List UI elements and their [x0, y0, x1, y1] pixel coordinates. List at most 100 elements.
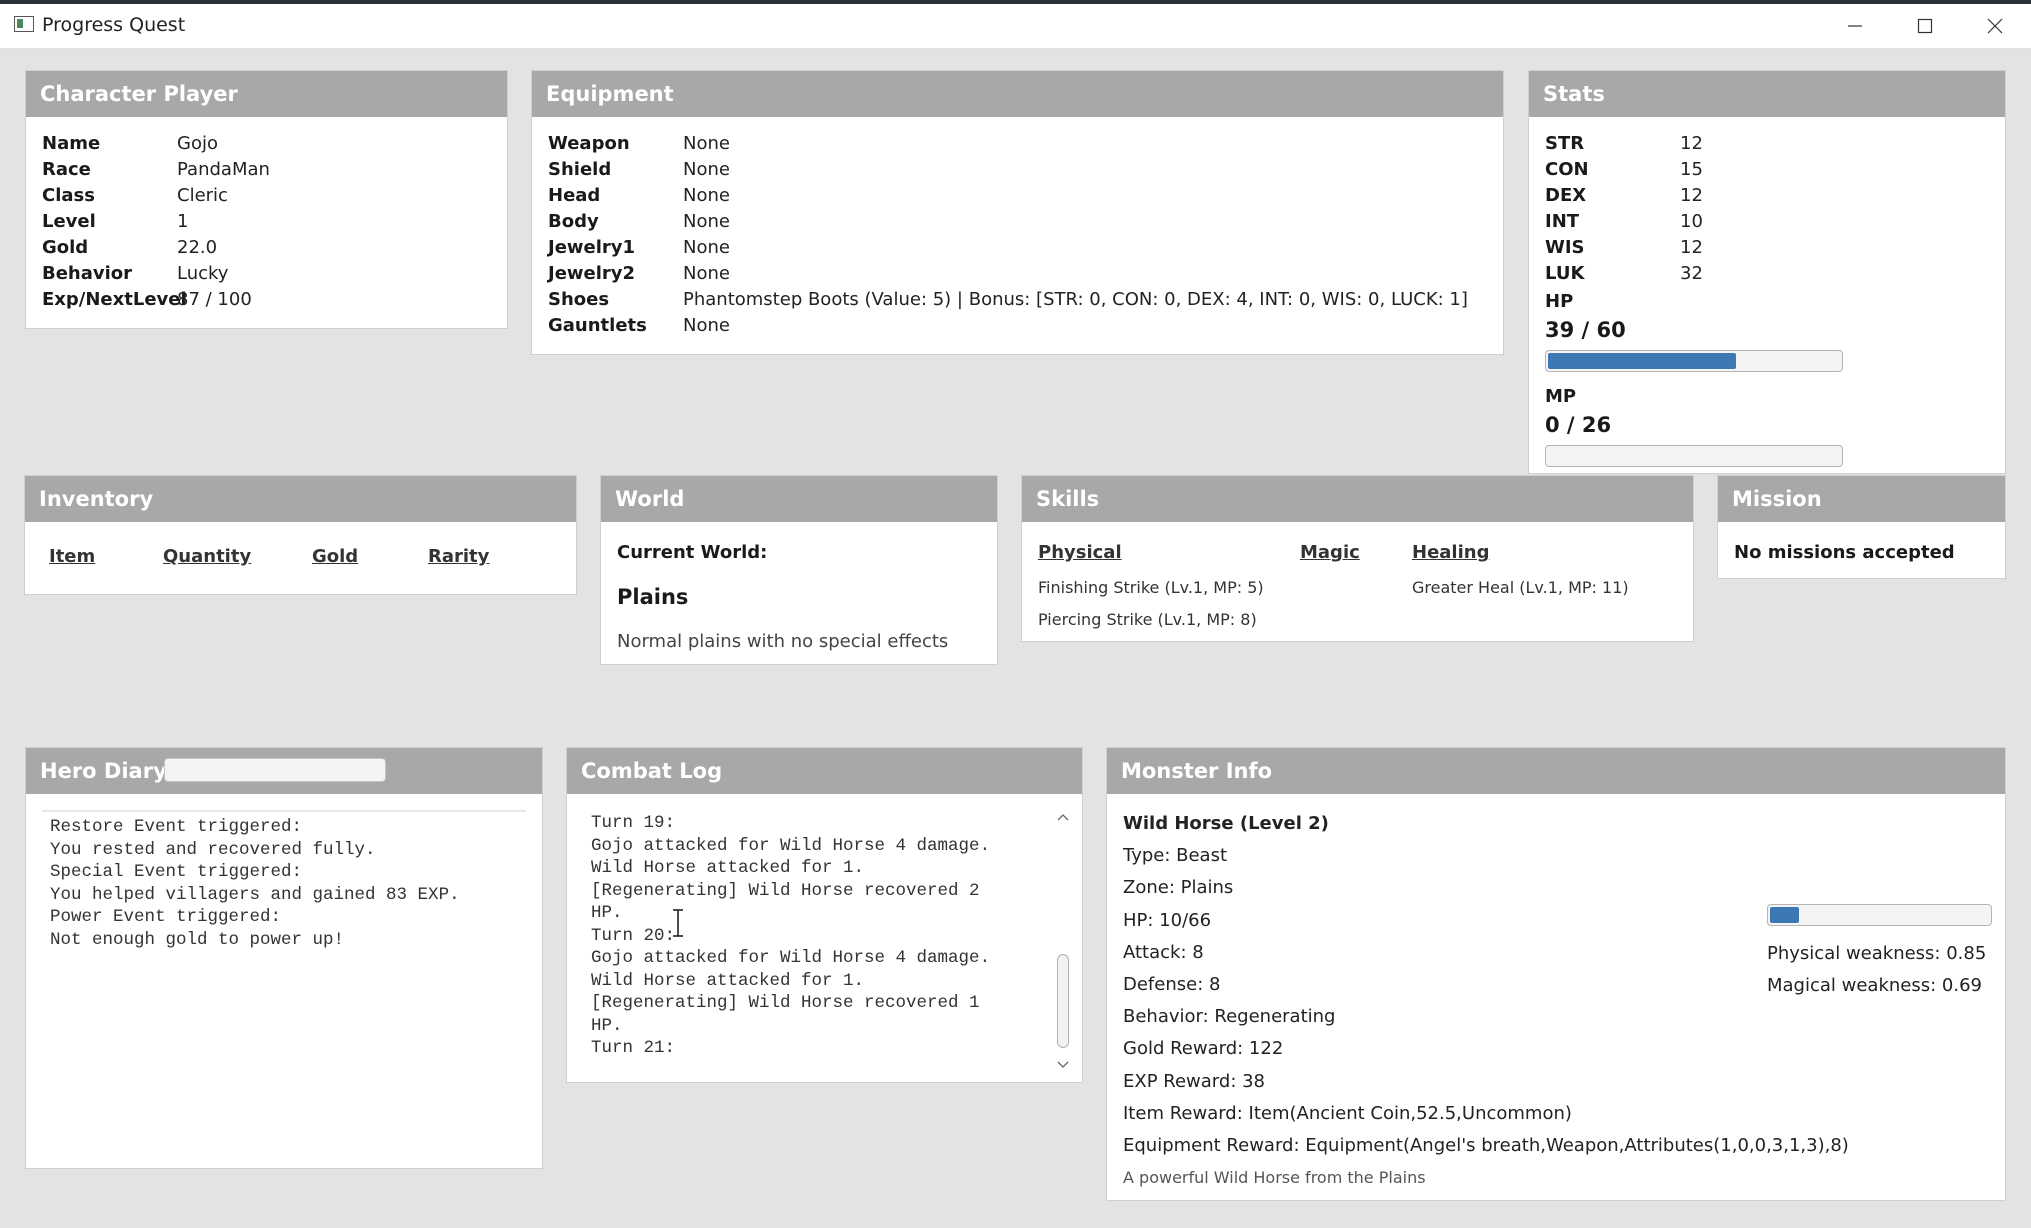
scroll-down-icon[interactable] — [1056, 1058, 1070, 1072]
stat-label: DEX — [1545, 185, 1587, 206]
skill-item[interactable]: Greater Heal (Lv.1, MP: 11) — [1412, 572, 1629, 604]
monster-name: Wild Horse (Level 2) — [1123, 813, 1329, 834]
equipment-panel: Equipment Weapon None Shield None Head None Bo… — [531, 70, 1504, 355]
inventory-col-quantity[interactable]: Quantity — [163, 546, 312, 567]
character-field-label: Race — [42, 159, 91, 180]
skill-item[interactable]: Finishing Strike (Lv.1, MP: 5) — [1038, 572, 1264, 604]
combat-log-line: Gojo attacked for Wild Horse 4 damage. — [591, 948, 991, 968]
equipment-slot-label: Gauntlets — [548, 315, 647, 336]
equipment-slot-value: None — [683, 263, 730, 284]
inventory-col-item[interactable]: Item — [49, 546, 163, 567]
equipment-panel-header: Equipment — [532, 71, 1503, 117]
hp-label: HP — [1545, 291, 1574, 312]
monster-hp: HP: 10/66 — [1123, 909, 1212, 931]
skills-healing-header[interactable]: Healing — [1412, 542, 1629, 572]
monster-exp-reward: EXP Reward: 38 — [1123, 1070, 1266, 1092]
diary-progress-bar — [164, 758, 386, 782]
equipment-slot-label: Head — [548, 185, 601, 206]
stat-value: 15 — [1680, 159, 1703, 180]
character-field-label: Behavior — [42, 263, 133, 284]
monster-hp-bar — [1767, 904, 1992, 926]
character-panel: Character Player Name Gojo Race PandaMan Cla… — [25, 70, 508, 329]
equipment-slot-value: Phantomstep Boots (Value: 5) | Bonus: [S… — [683, 289, 1468, 310]
equipment-slot-label: Jewelry2 — [548, 263, 636, 284]
maximize-button[interactable] — [1890, 4, 1960, 48]
character-field-label: Gold — [42, 237, 89, 258]
combat-log-line: [Regenerating] Wild Horse recovered 1 — [591, 993, 980, 1013]
equipment-slot-label: Shield — [548, 159, 612, 180]
monster-info-panel-header: Monster Info — [1107, 748, 2005, 794]
combat-log-line: Turn 19: — [591, 813, 676, 833]
skills-physical-column: Physical Finishing Strike (Lv.1, MP: 5) … — [1038, 542, 1264, 636]
skills-physical-header[interactable]: Physical — [1038, 542, 1264, 572]
title-bar: Progress Quest — [0, 4, 2031, 49]
monster-zone: Zone: Plains — [1123, 877, 1234, 899]
combat-log-line: Turn 20: — [591, 925, 676, 946]
minimize-button[interactable] — [1820, 4, 1890, 48]
skills-panel-header: Skills — [1022, 476, 1693, 522]
current-world-label: Current World: — [617, 542, 768, 563]
skills-magic-header[interactable]: Magic — [1300, 542, 1360, 572]
hero-diary-panel-header: Hero Diary — [26, 748, 542, 794]
monster-weakness-area: Physical weakness: 0.85 Magical weakness… — [1767, 904, 1992, 1002]
hp-bar — [1545, 350, 1843, 372]
skills-magic-column: Magic — [1300, 542, 1360, 572]
monster-description: A powerful Wild Horse from the Plains — [1123, 1168, 1426, 1188]
hp-bar-fill — [1548, 353, 1737, 369]
equipment-slot-value: None — [683, 211, 730, 232]
monster-behavior: Behavior: Regenerating — [1123, 1006, 1336, 1028]
combat-log-panel-header: Combat Log — [567, 748, 1082, 794]
magical-weakness: Magical weakness: 0.69 — [1767, 975, 1982, 996]
equipment-slot-value: None — [683, 185, 730, 206]
stat-label: STR — [1545, 133, 1585, 154]
character-field-value: PandaMan — [177, 159, 270, 180]
skill-item[interactable]: Piercing Strike (Lv.1, MP: 8) — [1038, 604, 1264, 636]
monster-defense: Defense: 8 — [1123, 974, 1221, 996]
character-field-value: 87 / 100 — [177, 289, 252, 310]
combat-log-line: Wild Horse attacked for 1. — [591, 970, 865, 991]
skills-healing-column: Healing Greater Heal (Lv.1, MP: 11) — [1412, 542, 1629, 604]
mp-label: MP — [1545, 386, 1577, 407]
character-field-value: 22.0 — [177, 237, 218, 258]
inventory-panel-header: Inventory — [25, 476, 576, 522]
inventory-col-gold[interactable]: Gold — [312, 546, 428, 567]
combat-log-line: Wild Horse attacked for 1. — [591, 858, 865, 878]
physical-weakness: Physical weakness: 0.85 — [1767, 943, 1987, 964]
close-button[interactable] — [1960, 4, 2030, 48]
hero-diary-title: Hero Diary — [40, 759, 167, 783]
equipment-slot-value: None — [683, 237, 730, 258]
mission-status: No missions accepted — [1734, 542, 1955, 563]
skills-panel: Skills Physical Finishing Strike (Lv.1, … — [1021, 475, 1694, 642]
equipment-slot-label: Shoes — [548, 289, 610, 310]
inventory-col-rarity[interactable]: Rarity — [428, 546, 489, 567]
scroll-thumb[interactable] — [1057, 954, 1069, 1048]
world-name: Plains — [617, 585, 689, 609]
stat-value: 12 — [1680, 237, 1703, 258]
combat-log-line: HP. — [591, 903, 623, 923]
world-panel: World Current World: Plains Normal plain… — [600, 475, 998, 665]
hp-value: 39 / 60 — [1545, 318, 1626, 342]
text-cursor-icon — [673, 909, 683, 937]
stat-label: WIS — [1545, 237, 1585, 258]
scroll-up-icon[interactable] — [1056, 810, 1070, 824]
monster-info-panel: Monster Info Wild Horse (Level 2) Type: … — [1106, 747, 2006, 1201]
character-field-value: 1 — [177, 211, 189, 232]
diary-text-area[interactable]: Restore Event triggered: You rested and r… — [42, 810, 526, 1152]
monster-attack: Attack: 8 — [1123, 941, 1204, 963]
close-icon — [1987, 18, 2003, 34]
inventory-panel: Inventory Item Quantity Gold Rarity — [24, 475, 577, 595]
character-field-value: Lucky — [177, 263, 229, 284]
combat-log-line: Turn 21: — [591, 1038, 676, 1058]
monster-equipment-reward: Equipment Reward: Equipment(Angel's brea… — [1123, 1135, 1849, 1157]
monster-item-reward: Item Reward: Item(Ancient Coin,52.5,Unco… — [1123, 1102, 1572, 1124]
combat-log-scrollbar[interactable] — [1054, 810, 1072, 1072]
inventory-table-header: Item Quantity Gold Rarity — [49, 536, 560, 567]
stat-label: LUK — [1545, 263, 1585, 284]
combat-log-text-area[interactable]: Turn 19: Gojo attacked for Wild Horse 4 d… — [583, 810, 1069, 1076]
stat-label: CON — [1545, 159, 1589, 180]
minimize-icon — [1848, 25, 1862, 27]
app-icon — [14, 16, 34, 32]
combat-log-line: HP. — [591, 1015, 623, 1036]
equipment-grid: Weapon None Shield None Head None Body None Jewe… — [548, 131, 1487, 339]
character-field-label: Level — [42, 211, 96, 232]
